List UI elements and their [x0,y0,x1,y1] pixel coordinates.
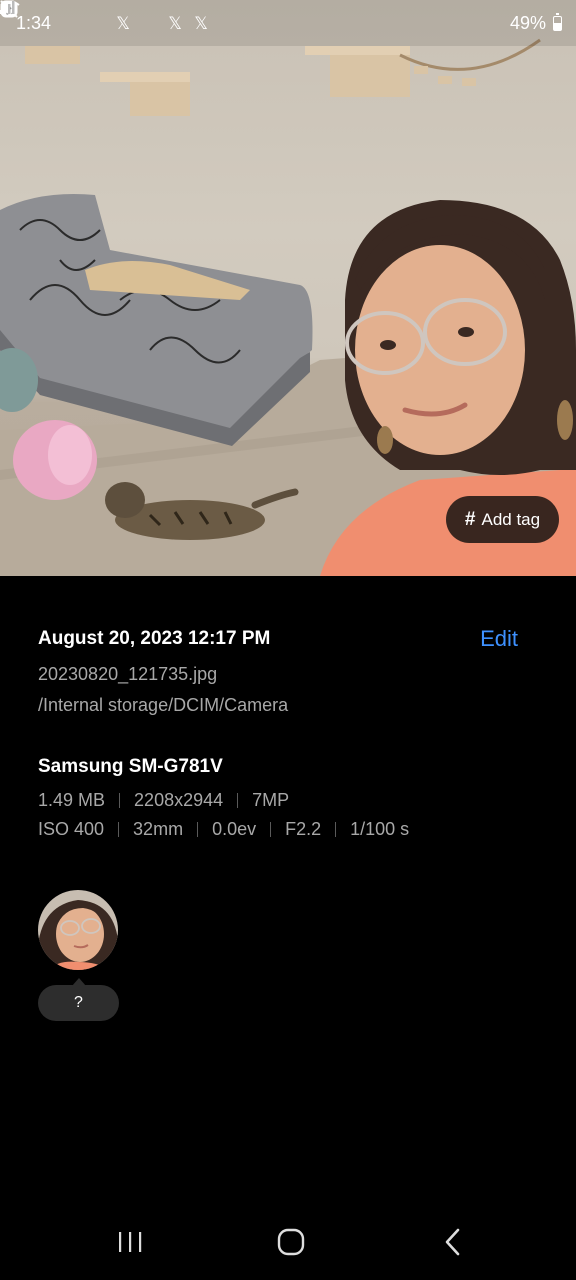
signal-icon [0,1,503,33]
spec-megapixels: 7MP [252,790,290,810]
home-button[interactable] [261,1222,321,1262]
status-bar: 1:34 𝕏 𝕏 𝕏 49% [0,0,576,46]
x-icon: 𝕏 [116,13,130,33]
spec-focal-length: 32mm [133,819,184,839]
add-tag-button[interactable]: # Add tag [446,496,559,543]
hashtag-icon: # [464,508,476,530]
divider [270,822,272,837]
spec-resolution: 2208x2944 [134,790,224,810]
back-icon [445,1228,460,1256]
photo-preview[interactable]: 1:34 𝕏 𝕏 𝕏 49% # Add tag [0,0,576,576]
recents-icon [119,1232,142,1252]
add-tag-label: Add tag [481,509,541,529]
spec-aperture: F2.2 [285,819,322,839]
navigation-bar [0,1200,576,1280]
face-thumbnail[interactable] [38,890,118,970]
spec-iso: ISO 400 [38,819,105,839]
alarm-icon [1,0,422,33]
x-icon: 𝕏 [194,13,208,33]
spec-shutter-speed: 1/100 s [350,819,410,839]
photo-illustration [0,38,576,576]
status-time: 1:34 [16,12,52,33]
account-icon [0,0,107,33]
divider [118,822,120,837]
discord-icon [1,0,81,33]
divider [119,793,121,808]
spec-exposure-value: 0.0ev [212,819,257,839]
dot-icon [1,1,237,33]
system-icons: 49% [0,0,562,34]
x-icon: 𝕏 [168,13,182,33]
divider [237,793,239,808]
spec-file-size: 1.49 MB [38,790,106,810]
spec-row-file: 1.49 MB 2208x2944 7MP [38,790,538,811]
edit-button[interactable]: Edit [480,626,518,652]
file-path[interactable]: /Internal storage/DCIM/Camera [38,695,538,716]
battery-percent: 49% [509,12,546,33]
face-image [38,890,118,970]
recents-button[interactable] [100,1222,160,1262]
file-details: August 20, 2023 12:17 PM Edit 20230820_1… [38,626,538,716]
photo-date: August 20, 2023 12:17 PM [38,628,271,649]
divider [335,822,337,837]
mute-icon [0,0,449,33]
home-icon [277,1228,305,1256]
device-name: Samsung SM-G781V [38,756,223,777]
divider [197,822,199,837]
camera-details: Samsung SM-G781V 1.49 MB 2208x2944 7MP I… [38,756,538,840]
notification-icons: 𝕏 𝕏 𝕏 [0,0,237,33]
face-name-label[interactable]: ? [38,978,119,1021]
spec-row-exposure: ISO 400 32mm 0.0ev F2.2 1/100 s [38,819,538,840]
file-name: 20230820_121735.jpg [38,664,218,684]
back-button[interactable] [423,1222,483,1262]
battery-icon [553,12,562,31]
wifi-icon [0,0,476,33]
instagram-icon [0,0,159,33]
